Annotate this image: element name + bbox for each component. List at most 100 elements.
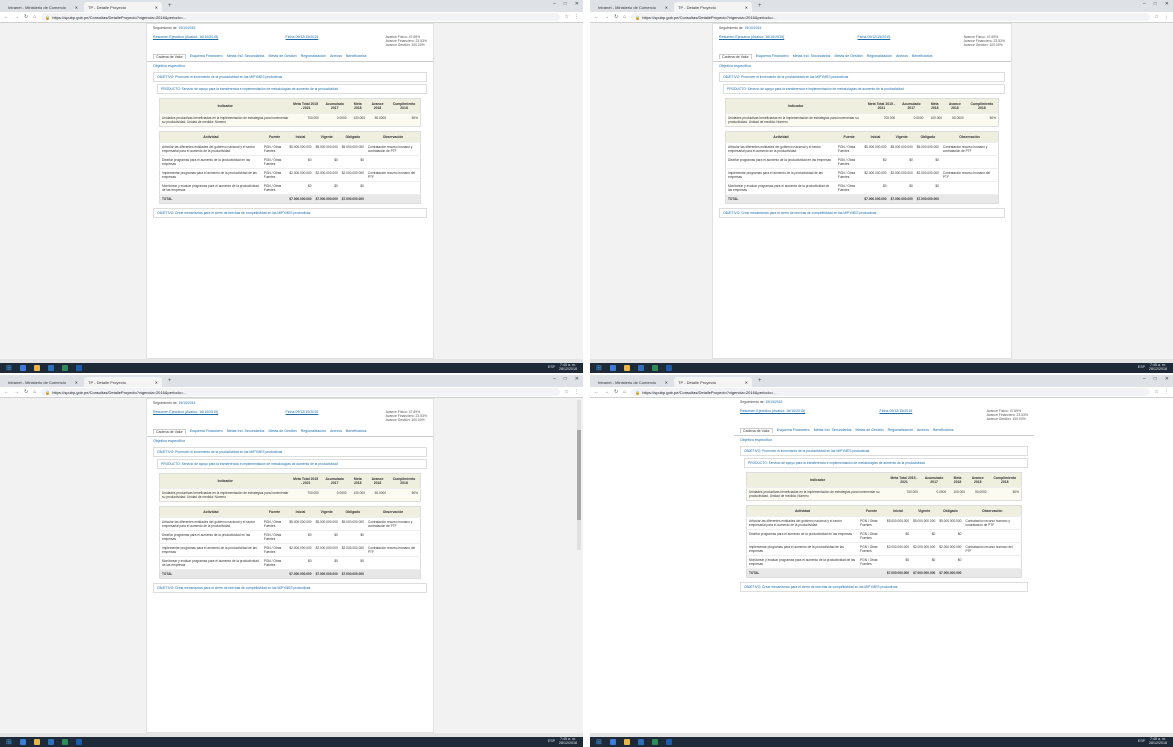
system-tray[interactable]: ESP 7:45 a. m. 28/12/2018	[548, 738, 577, 745]
reload-icon[interactable]: ↻	[24, 14, 28, 20]
browser-tab-active[interactable]: TP - Detalle Proyecto ✕	[84, 377, 162, 387]
objetivo-box-2[interactable]: OBJETIVO: Crear mecanismos para el cierr…	[740, 581, 1028, 592]
store-icon[interactable]	[637, 739, 644, 745]
maximize-icon[interactable]: □	[1154, 376, 1157, 382]
home-icon[interactable]: ⌂	[33, 14, 36, 20]
new-tab-icon[interactable]: +	[754, 378, 766, 384]
maximize-icon[interactable]: □	[564, 1, 567, 7]
browser-tab-active[interactable]: TP - Detalle Proyecto ✕	[84, 2, 162, 12]
chrome-icon[interactable]	[61, 365, 68, 371]
tab-metas-gestion[interactable]: Metas de Gestión	[855, 428, 883, 433]
tab-regionalizacion[interactable]: Regionalización	[301, 429, 326, 434]
url-field[interactable]: 🔒 https://spubp.gob.pe/Consultas/DetalleP…	[631, 13, 1150, 21]
minimize-icon[interactable]: –	[1143, 376, 1146, 382]
reload-icon[interactable]: ↻	[614, 14, 618, 20]
forward-icon[interactable]: →	[14, 389, 19, 395]
resumen-link[interactable]: Resumen Ejecutivo (Avalúo: 16/10/2015)	[153, 410, 218, 423]
tab-esquema-financiero[interactable]: Esquema Financiero	[756, 54, 789, 59]
home-icon[interactable]: ⌂	[623, 14, 626, 20]
lang-indicator[interactable]: ESP	[548, 740, 555, 744]
close-icon[interactable]: ✕	[75, 380, 78, 385]
back-icon[interactable]: ←	[4, 14, 9, 20]
chrome-icon[interactable]	[651, 739, 658, 745]
menu-icon[interactable]: ⋮	[574, 14, 579, 20]
home-icon[interactable]: ⌂	[623, 389, 626, 395]
producto-box[interactable]: PRODUCTO: Servicio de apoyo para la tran…	[157, 83, 427, 94]
tab-anexos[interactable]: Anexos	[330, 429, 342, 434]
tab-metas-gestion[interactable]: Metas de Gestión	[268, 429, 296, 434]
tab-anexos[interactable]: Anexos	[896, 54, 908, 59]
windows-start-icon[interactable]: ⊞	[596, 739, 602, 746]
ficha-link[interactable]: Ficha 09/12/15/2015	[286, 35, 319, 48]
ficha-link[interactable]: Ficha 09/12/15/2015	[286, 410, 319, 423]
maximize-icon[interactable]: □	[1154, 1, 1157, 7]
folder-icon[interactable]	[33, 365, 40, 371]
lang-indicator[interactable]: ESP	[1138, 366, 1145, 370]
tab-regionalizacion[interactable]: Regionalización	[888, 428, 913, 433]
store-icon[interactable]	[47, 365, 54, 371]
word-icon[interactable]	[665, 739, 672, 745]
tab-metas-ind[interactable]: Metas Ind. Secundarios	[227, 429, 265, 434]
url-field[interactable]: 🔒 https://spubp.gob.pe/Consultas/DetalleP…	[41, 13, 560, 21]
tab-beneficiarios[interactable]: Beneficiarios	[346, 429, 367, 434]
objetivo-box-2[interactable]: OBJETIVO: Crear mecanismos para el cierr…	[153, 207, 427, 218]
browser-tab[interactable]: Intranet - Ministerio de Comercio ✕	[594, 377, 672, 387]
forward-icon[interactable]: →	[604, 14, 609, 20]
back-icon[interactable]: ←	[594, 14, 599, 20]
minimize-icon[interactable]: –	[1143, 1, 1146, 7]
reload-icon[interactable]: ↻	[24, 389, 28, 395]
store-icon[interactable]	[637, 365, 644, 371]
windows-start-icon[interactable]: ⊞	[596, 365, 602, 372]
close-window-icon[interactable]: ✕	[575, 1, 579, 7]
forward-icon[interactable]: →	[604, 389, 609, 395]
close-icon[interactable]: ✕	[665, 5, 668, 10]
tab-beneficiarios[interactable]: Beneficiarios	[346, 54, 367, 59]
ficha-link[interactable]: Ficha 09/12/15/2015	[880, 409, 913, 422]
star-icon[interactable]: ☆	[565, 14, 569, 20]
chrome-icon[interactable]	[651, 365, 658, 371]
system-tray[interactable]: ESP 7:45 a. m. 28/12/2018	[1138, 738, 1167, 745]
folder-icon[interactable]	[623, 365, 630, 371]
tab-beneficiarios[interactable]: Beneficiarios	[933, 428, 954, 433]
close-icon[interactable]: ✕	[155, 380, 158, 385]
folder-icon[interactable]	[623, 739, 630, 745]
search-icon[interactable]	[19, 365, 26, 371]
star-icon[interactable]: ☆	[565, 389, 569, 395]
menu-icon[interactable]: ⋮	[574, 389, 579, 395]
browser-tab-active[interactable]: TP - Detalle Proyecto ✕	[674, 377, 752, 387]
resumen-link[interactable]: Resumen Ejecutivo (Avalúo: 16/10/2015)	[740, 409, 805, 422]
close-window-icon[interactable]: ✕	[575, 376, 579, 382]
objetivo-box[interactable]: OBJETIVO: Promover el incremento de la p…	[153, 71, 427, 82]
maximize-icon[interactable]: □	[564, 376, 567, 382]
close-icon[interactable]: ✕	[75, 5, 78, 10]
url-field[interactable]: 🔒 https://spubp.gob.pe/Consultas/DetalleP…	[41, 388, 560, 396]
tab-metas-gestion[interactable]: Metas de Gestión	[268, 54, 296, 59]
tab-cadena-valor[interactable]: Cadena de Valor	[153, 428, 186, 434]
close-icon[interactable]: ✕	[745, 380, 748, 385]
objetivo-box-2[interactable]: OBJETIVO: Crear mecanismos para el cierr…	[153, 582, 427, 593]
browser-tab-active[interactable]: TP - Detalle Proyecto ✕	[674, 2, 752, 12]
close-window-icon[interactable]: ✕	[1165, 376, 1169, 382]
window-controls[interactable]: – □ ✕	[1143, 376, 1169, 382]
tab-esquema-financiero[interactable]: Esquema Financiero	[777, 428, 810, 433]
close-icon[interactable]: ✕	[155, 5, 158, 10]
tab-regionalizacion[interactable]: Regionalización	[867, 54, 892, 59]
reload-icon[interactable]: ↻	[614, 389, 618, 395]
window-controls[interactable]: – □ ✕	[1143, 1, 1169, 7]
producto-box[interactable]: PRODUCTO: Servicio de apoyo para la tran…	[744, 457, 1028, 468]
producto-box[interactable]: PRODUCTO: Servicio de apoyo para la tran…	[723, 83, 1005, 94]
system-tray[interactable]: ESP 7:45 a. m. 28/12/2018	[548, 364, 577, 371]
browser-tab[interactable]: Intranet - Ministerio de Comercio ✕	[594, 2, 672, 12]
home-icon[interactable]: ⌂	[33, 389, 36, 395]
new-tab-icon[interactable]: +	[164, 378, 176, 384]
objetivo-box-2[interactable]: OBJETIVO: Crear mecanismos para el cierr…	[719, 207, 1005, 218]
tab-cadena-valor[interactable]: Cadena de Valor	[719, 53, 752, 59]
tab-beneficiarios[interactable]: Beneficiarios	[912, 54, 933, 59]
chrome-icon[interactable]	[61, 739, 68, 745]
objetivo-box[interactable]: OBJETIVO: Promover el incremento de la p…	[740, 445, 1028, 456]
close-icon[interactable]: ✕	[665, 380, 668, 385]
tab-regionalizacion[interactable]: Regionalización	[301, 54, 326, 59]
minimize-icon[interactable]: –	[553, 376, 556, 382]
tab-esquema-financiero[interactable]: Esquema Financiero	[190, 54, 223, 59]
menu-icon[interactable]: ⋮	[1164, 389, 1169, 395]
